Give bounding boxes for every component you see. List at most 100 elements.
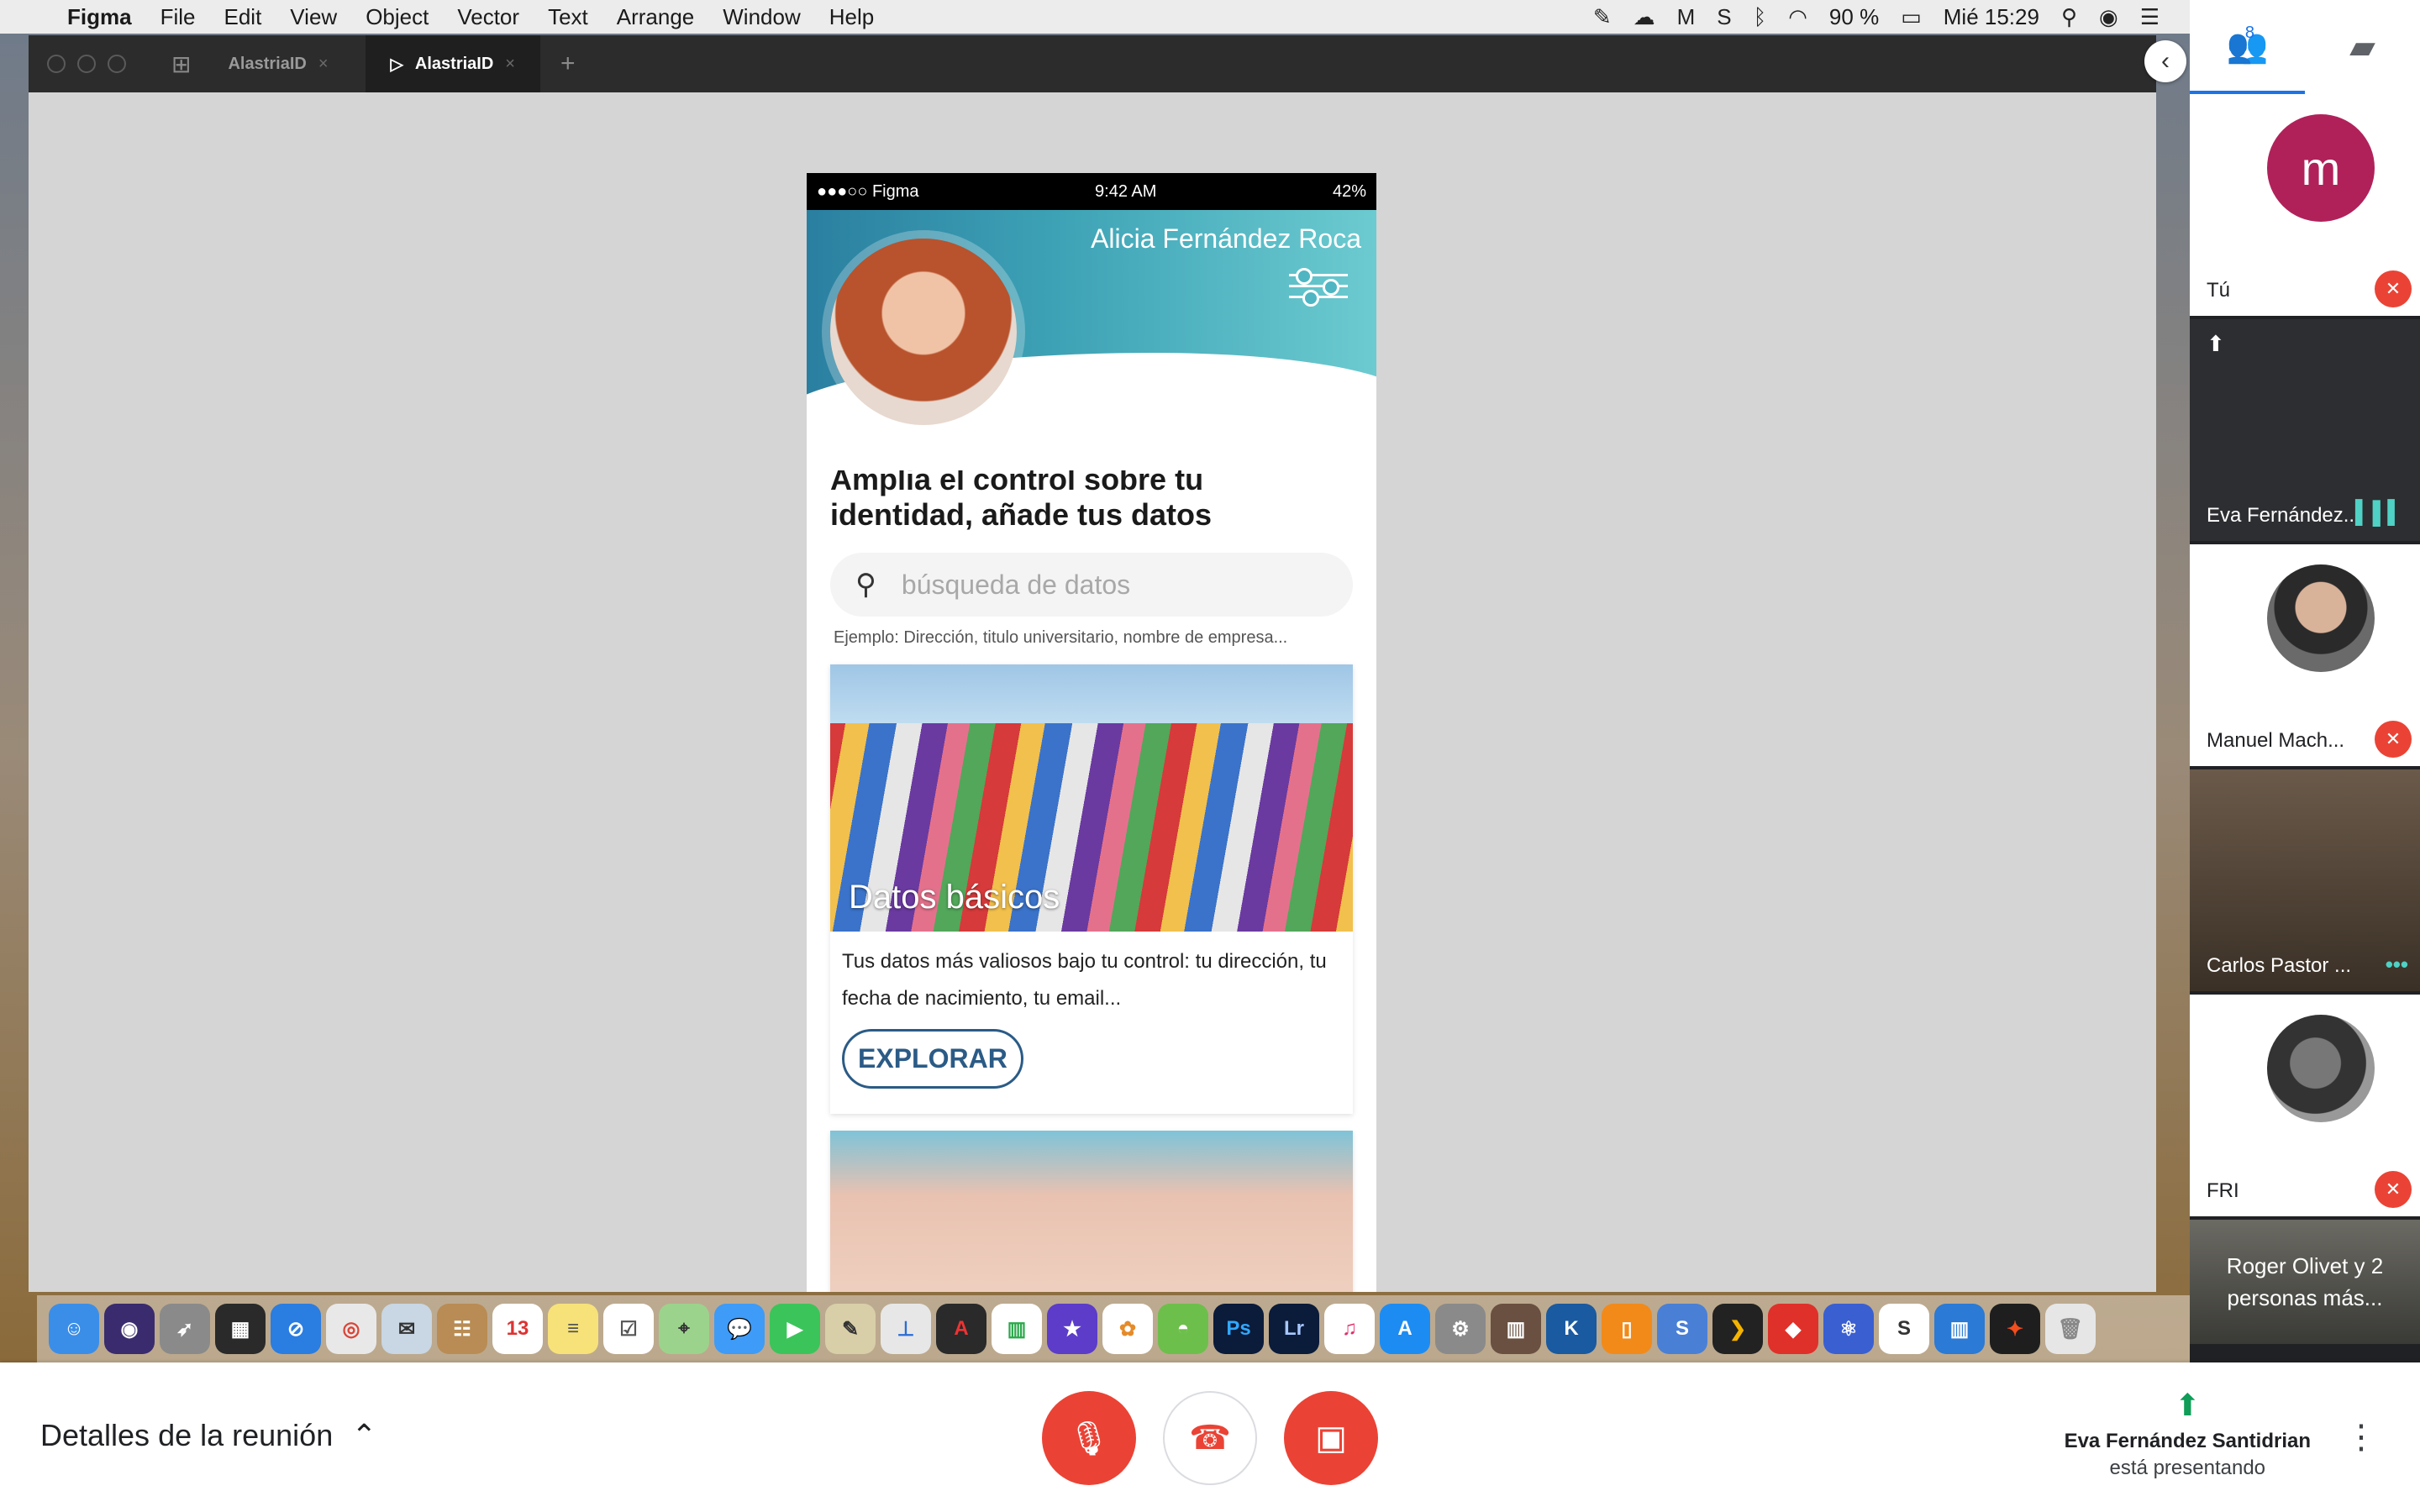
library-icon[interactable]: ▥	[1491, 1304, 1541, 1354]
menu-figma[interactable]: Figma	[67, 4, 132, 30]
safari-icon[interactable]: ⊘	[271, 1304, 321, 1354]
launchpad-icon[interactable]: ➶	[160, 1304, 210, 1354]
participant-tile[interactable]: FRI ✕	[2190, 995, 2420, 1220]
menu-arrange[interactable]: Arrange	[617, 4, 695, 30]
tab-alastriaid-prototype[interactable]: ▷ AlastriaID ×	[365, 35, 540, 92]
itunes-icon[interactable]: ♫	[1324, 1304, 1375, 1354]
acrobat-icon[interactable]: A	[936, 1304, 986, 1354]
toggle-mic-button[interactable]: 🎙	[1042, 1391, 1136, 1485]
more-options-icon[interactable]: •••	[2386, 952, 2408, 978]
trash-icon[interactable]: 🗑	[2045, 1304, 2096, 1354]
close-window-button[interactable]	[47, 55, 66, 73]
scrivener-icon[interactable]: S	[1657, 1304, 1707, 1354]
participant-tile-presenter[interactable]: ⬆ Eva Fernández... ▍▌▍	[2190, 319, 2420, 544]
card-image	[830, 1131, 1353, 1292]
ios-status-bar: ●●●○○ Figma 9:42 AM 42%	[807, 173, 1376, 210]
menu-vector[interactable]: Vector	[457, 4, 519, 30]
figma-dock-icon[interactable]: ✦	[1990, 1304, 2040, 1354]
participant-name: FRI	[2207, 1179, 2239, 1202]
cloud-icon[interactable]: ☁	[1634, 4, 1655, 30]
notes-icon[interactable]: ≡	[548, 1304, 598, 1354]
bluetooth-icon[interactable]: ᛒ	[1754, 4, 1767, 30]
participant-tile-self[interactable]: m Tú ✕	[2190, 94, 2420, 319]
phone-prototype: ●●●○○ Figma 9:42 AM 42% Alicia Fernández…	[807, 173, 1376, 1292]
participant-name: Eva Fernández...	[2207, 504, 2360, 527]
menu-edit[interactable]: Edit	[224, 4, 261, 30]
presenting-icon: ⬆	[2207, 331, 2225, 356]
menu-object[interactable]: Object	[366, 4, 429, 30]
menu-file[interactable]: File	[160, 4, 196, 30]
books-icon[interactable]: ▯	[1602, 1304, 1652, 1354]
collapse-panel-button[interactable]: ‹	[2144, 40, 2186, 82]
meeting-details-button[interactable]: Detalles de la reunión ⌃	[40, 1418, 376, 1453]
chrome-icon[interactable]: ◎	[326, 1304, 376, 1354]
mission-control-icon[interactable]: ▦	[215, 1304, 266, 1354]
sublime-icon[interactable]: S	[1879, 1304, 1929, 1354]
presentation-status[interactable]: ⬆ Eva Fernández Santidrian está presenta…	[2065, 1388, 2311, 1480]
search-input[interactable]: ⚲ búsqueda de datos	[830, 553, 1353, 617]
add-tab-icon[interactable]: +	[560, 50, 576, 78]
zoom-window-button[interactable]	[108, 55, 126, 73]
more-options-icon[interactable]: ⋮	[2344, 1418, 2378, 1457]
battery-icon[interactable]: ▭	[1901, 4, 1922, 30]
spotlight-search-icon[interactable]: ⚲	[2061, 4, 2077, 30]
leave-call-button[interactable]: ☎	[1163, 1391, 1257, 1485]
photos-icon[interactable]: ✿	[1102, 1304, 1153, 1354]
explore-button[interactable]: EXPLORAR	[842, 1029, 1023, 1089]
app-store-icon[interactable]: A	[1380, 1304, 1430, 1354]
tab-chat[interactable]: ▰	[2305, 0, 2420, 94]
finder-icon[interactable]: ☺	[49, 1304, 99, 1354]
siri-icon[interactable]: ◉	[104, 1304, 155, 1354]
notification-center-icon[interactable]: ☰	[2140, 4, 2160, 30]
keynote-icon[interactable]: ⊥	[881, 1304, 931, 1354]
gmail-icon[interactable]: M	[1677, 4, 1696, 30]
grid-icon[interactable]: ⊞	[171, 50, 191, 78]
second-card[interactable]	[830, 1131, 1353, 1292]
card-description: Tus datos más valiosos bajo tu control: …	[842, 950, 1327, 1010]
messages-icon[interactable]: 💬	[714, 1304, 765, 1354]
tab-alastriaid-file[interactable]: AlastriaID ×	[203, 35, 353, 92]
participant-tile-video[interactable]: Carlos Pastor ... •••	[2190, 769, 2420, 995]
minimize-window-button[interactable]	[77, 55, 96, 73]
photoshop-icon[interactable]: Ps	[1213, 1304, 1264, 1354]
numbers-icon[interactable]: ▥	[992, 1304, 1042, 1354]
figma-titlebar: ⊞ AlastriaID × ▷ AlastriaID × +	[29, 35, 2156, 92]
eyedropper-icon[interactable]: ✎	[1593, 4, 1612, 30]
menu-view[interactable]: View	[290, 4, 337, 30]
profile-avatar[interactable]	[830, 239, 1017, 425]
maps-icon[interactable]: ⌖	[659, 1304, 709, 1354]
sketchup-icon[interactable]: ◆	[1768, 1304, 1818, 1354]
wifi-icon[interactable]: ◠	[1788, 4, 1807, 30]
participant-tile[interactable]: Manuel Mach... ✕	[2190, 544, 2420, 769]
imovie-icon[interactable]: ★	[1047, 1304, 1097, 1354]
datos-basicos-card[interactable]: Datos básicos Tus datos más valiosos baj…	[830, 664, 1353, 1114]
menu-window[interactable]: Window	[723, 4, 800, 30]
calendar-icon[interactable]: 13	[492, 1304, 543, 1354]
trello-icon[interactable]: ▥	[1934, 1304, 1985, 1354]
mail-icon[interactable]: ✉	[381, 1304, 432, 1354]
tab-people[interactable]: 👥 8	[2190, 0, 2305, 94]
atom-icon[interactable]: ⚛	[1823, 1304, 1874, 1354]
pages-icon[interactable]: ✎	[825, 1304, 876, 1354]
contacts-icon[interactable]: ☷	[437, 1304, 487, 1354]
sync-icon[interactable]: S	[1717, 4, 1731, 30]
close-tab-icon[interactable]: ×	[318, 55, 329, 74]
lightroom-icon[interactable]: Lr	[1269, 1304, 1319, 1354]
facetime-icon[interactable]: ▶	[770, 1304, 820, 1354]
menu-help[interactable]: Help	[829, 4, 874, 30]
reminders-icon[interactable]: ☑	[603, 1304, 654, 1354]
android-studio-icon[interactable]: ◓	[1158, 1304, 1208, 1354]
close-tab-icon[interactable]: ×	[505, 55, 515, 74]
settings-sliders-icon[interactable]	[1289, 265, 1348, 314]
headline: Amplia el control sobre tu identidad, añ…	[830, 462, 1213, 532]
siri-icon[interactable]: ◉	[2099, 4, 2118, 30]
prompt-icon[interactable]: ❯	[1712, 1304, 1763, 1354]
clock[interactable]: Mié 15:29	[1944, 4, 2039, 30]
menu-text[interactable]: Text	[548, 4, 588, 30]
chat-icon: ▰	[2349, 29, 2375, 66]
kindle-icon[interactable]: K	[1546, 1304, 1597, 1354]
toggle-camera-button[interactable]: ▣	[1284, 1391, 1378, 1485]
search-icon: ⚲	[855, 569, 876, 601]
more-participants-tile[interactable]: Roger Olivet y 2 personas más...	[2190, 1220, 2420, 1344]
system-preferences-icon[interactable]: ⚙	[1435, 1304, 1486, 1354]
